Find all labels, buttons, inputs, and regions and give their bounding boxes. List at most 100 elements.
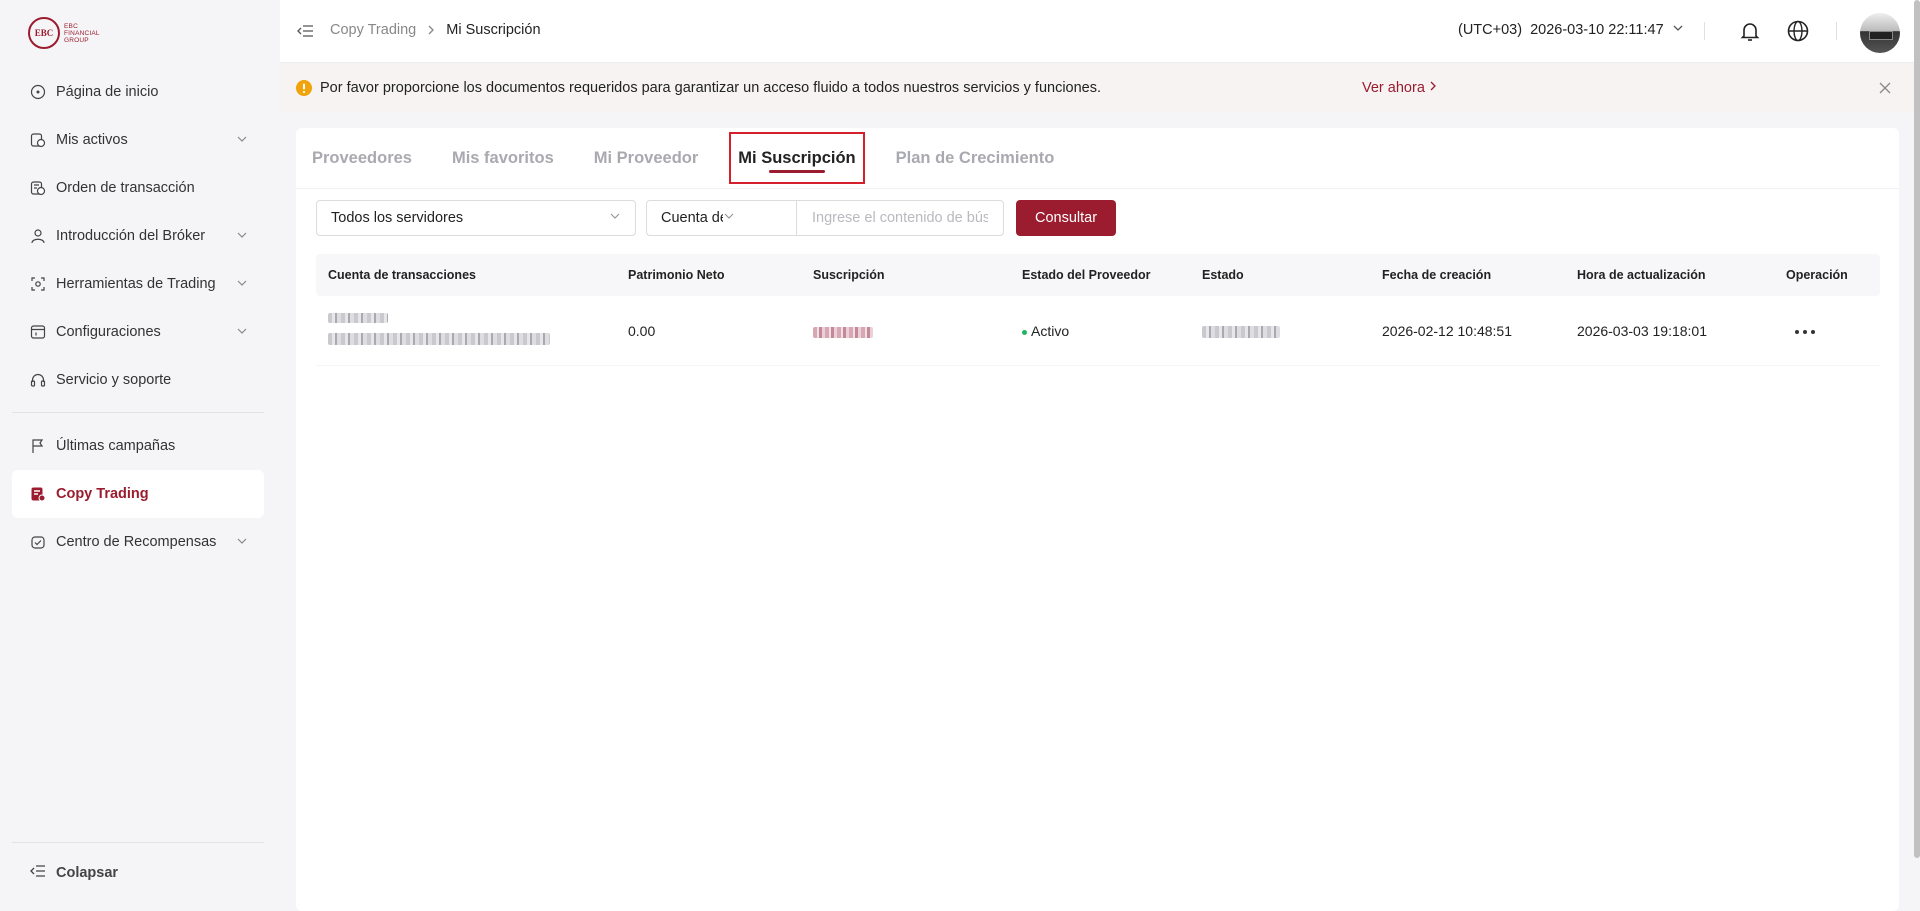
column-header: Operación <box>1786 268 1848 282</box>
tab-favorites[interactable]: Mis favoritos <box>452 132 554 184</box>
redacted-account-id <box>328 333 550 345</box>
collapse-icon <box>30 864 46 882</box>
company-logo[interactable]: EBC EBC FINANCIAL GROUP <box>28 17 100 49</box>
sidebar-item-label: Orden de transacción <box>56 180 195 196</box>
sidebar-item-label: Centro de Recompensas <box>56 534 217 550</box>
tab-providers[interactable]: Proveedores <box>312 132 412 184</box>
redacted-account-name <box>328 313 388 323</box>
main-card: Proveedores Mis favoritos Mi Proveedor M… <box>296 128 1899 911</box>
updated-date-cell: 2026-03-03 19:18:01 <box>1577 323 1707 339</box>
server-select[interactable]: Todos los servidores <box>316 200 636 236</box>
account-cell <box>328 310 550 348</box>
query-button[interactable]: Consultar <box>1016 200 1116 236</box>
sidebar-item-support[interactable]: Servicio y soporte <box>12 356 264 404</box>
view-now-label: Ver ahora <box>1362 80 1425 96</box>
sidebar: EBC EBC FINANCIAL GROUP Página de inicio… <box>0 0 280 911</box>
collapse-button[interactable]: Colapsar <box>30 864 118 882</box>
search-input[interactable] <box>797 201 1003 235</box>
copy-trading-icon <box>30 486 46 502</box>
net-equity-cell: 0.00 <box>628 323 656 339</box>
column-header: Hora de actualización <box>1577 268 1706 282</box>
redacted-subscription <box>813 327 873 338</box>
sidebar-item-label: Introducción del Bróker <box>56 228 206 244</box>
sidebar-divider <box>12 412 264 413</box>
sidebar-item-copy-trading[interactable]: Copy Trading <box>12 470 264 518</box>
column-header: Fecha de creación <box>1382 268 1492 282</box>
logo-text: EBC FINANCIAL GROUP <box>64 23 100 44</box>
headset-icon <box>30 372 46 388</box>
tab-my-subscription[interactable]: Mi Suscripción <box>729 132 865 184</box>
collapse-label: Colapsar <box>56 865 119 881</box>
sidebar-item-label: Servicio y soporte <box>56 372 172 388</box>
sidebar-item-rewards[interactable]: Centro de Recompensas <box>12 518 264 566</box>
menu-collapse-icon[interactable] <box>296 23 314 44</box>
breadcrumb-current: Mi Suscripción <box>446 22 541 38</box>
tab-label: Mi Suscripción <box>738 148 856 167</box>
chevron-down-icon <box>1672 22 1684 38</box>
settings-icon <box>30 324 46 340</box>
column-header: Estado del Proveedor <box>1022 268 1151 282</box>
logo-mark: EBC <box>28 17 60 49</box>
view-now-link[interactable]: Ver ahora <box>1362 80 1437 96</box>
chevron-right-icon <box>426 24 436 36</box>
sidebar-item-tools[interactable]: Herramientas de Trading <box>12 260 264 308</box>
avatar[interactable] <box>1860 13 1900 53</box>
tab-bar: Proveedores Mis favoritos Mi Proveedor M… <box>312 128 1094 188</box>
globe-icon[interactable] <box>1786 19 1810 48</box>
column-header: Cuenta de transacciones <box>328 268 476 282</box>
breadcrumb: Copy Trading Mi Suscripción <box>330 22 541 38</box>
tools-icon <box>30 276 46 292</box>
chevron-down-icon <box>236 535 248 551</box>
header-divider <box>1704 22 1705 40</box>
sidebar-item-orders[interactable]: Orden de transacción <box>12 164 264 212</box>
chevron-down-icon <box>236 277 248 293</box>
page-scrollbar[interactable] <box>1914 0 1920 858</box>
subscriptions-table: Cuenta de transacciones Patrimonio Neto … <box>316 254 1880 366</box>
timezone-label: (UTC+03) <box>1458 22 1523 38</box>
close-icon[interactable] <box>1878 81 1892 100</box>
tab-growth-plan[interactable]: Plan de Crecimiento <box>896 132 1055 184</box>
timezone-selector[interactable]: (UTC+03) 2026-03-10 22:11:47 <box>1458 22 1684 38</box>
logo-line-1: EBC <box>64 22 78 30</box>
column-header: Suscripción <box>813 268 885 282</box>
table-row[interactable]: 0.00 Activo 2026-02-12 10:48:51 2026-03-… <box>316 296 1880 366</box>
bell-icon[interactable] <box>1738 19 1762 48</box>
logo-line-3: GROUP <box>64 36 89 44</box>
sidebar-item-label: Mis activos <box>56 132 128 148</box>
sidebar-item-label: Página de inicio <box>56 84 159 100</box>
sidebar-item-campaigns[interactable]: Últimas campañas <box>12 422 264 470</box>
provider-status-text: Activo <box>1031 323 1070 339</box>
tab-my-provider[interactable]: Mi Proveedor <box>594 132 699 184</box>
chevron-down-icon <box>609 210 621 226</box>
status-cell <box>1202 325 1280 341</box>
notice-text: Por favor proporcione los documentos req… <box>320 80 1102 96</box>
broker-icon <box>30 228 46 244</box>
sidebar-item-label: Copy Trading <box>56 486 149 502</box>
created-date-cell: 2026-02-12 10:48:51 <box>1382 323 1512 339</box>
breadcrumb-parent[interactable]: Copy Trading <box>330 22 416 38</box>
sidebar-item-label: Últimas campañas <box>56 438 176 454</box>
warning-icon <box>296 80 312 101</box>
search-combo: Cuenta de transacciones <box>646 200 1004 236</box>
chevron-down-icon <box>236 325 248 341</box>
collapse-divider <box>12 842 264 843</box>
search-field-select[interactable]: Cuenta de transacciones <box>647 201 797 235</box>
sidebar-item-assets[interactable]: Mis activos <box>12 116 264 164</box>
chevron-down-icon <box>723 210 785 226</box>
top-header: Copy Trading Mi Suscripción (UTC+03) 202… <box>280 0 1920 63</box>
filter-bar: Todos los servidores Cuenta de transacci… <box>316 200 1116 236</box>
sidebar-menu: Página de inicio Mis activos Orden de tr… <box>12 68 264 566</box>
flag-icon <box>30 438 46 454</box>
column-header: Estado <box>1202 268 1244 282</box>
sidebar-item-home[interactable]: Página de inicio <box>12 68 264 116</box>
active-status-dot <box>1022 329 1027 335</box>
sidebar-item-broker[interactable]: Introducción del Bróker <box>12 212 264 260</box>
document-notice-bar: Por favor proporcione los documentos req… <box>280 63 1920 113</box>
header-divider <box>1836 22 1837 40</box>
logo-line-2: FINANCIAL <box>64 29 100 37</box>
more-options-icon[interactable] <box>1795 330 1815 334</box>
chevron-down-icon <box>236 229 248 245</box>
sidebar-item-settings[interactable]: Configuraciones <box>12 308 264 356</box>
redacted-status <box>1202 326 1280 338</box>
sidebar-item-label: Configuraciones <box>56 324 161 340</box>
